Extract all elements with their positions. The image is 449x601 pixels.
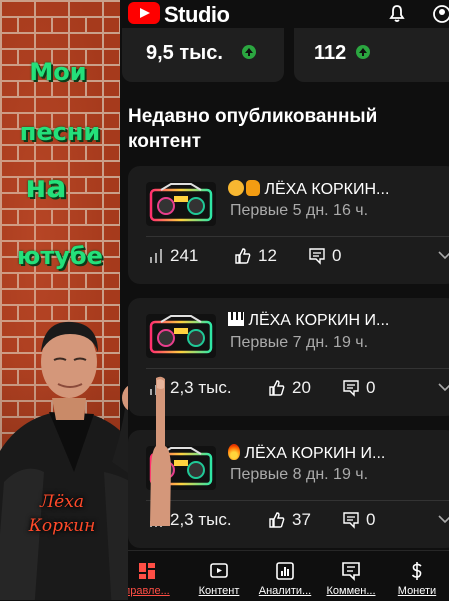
stat-card-subscribers[interactable]: 112 — [294, 28, 449, 82]
caption-line-4: ютубе — [17, 242, 103, 270]
top-app-bar: Studio — [120, 0, 449, 28]
video-metrics: 2,3 тыс. 20 0 — [148, 378, 449, 400]
youtube-logo-icon[interactable] — [128, 2, 160, 24]
video-period: Первые 5 дн. 16 ч. — [230, 202, 369, 219]
views-count: 2,3 тыс. — [170, 378, 232, 397]
account-icon[interactable] — [432, 4, 449, 24]
video-title[interactable]: ЛЁХА КОРКИН И... — [228, 444, 449, 463]
nav-label: Коммен... — [326, 585, 376, 597]
likes-count: 20 — [292, 378, 311, 397]
nav-comments[interactable]: Коммен... — [318, 551, 384, 601]
caption-line-1: Мои — [29, 58, 87, 86]
video-title[interactable]: ЛЁХА КОРКИН И... — [228, 312, 449, 330]
nav-label: Аналити... — [258, 585, 312, 597]
comments-count: 0 — [366, 510, 376, 529]
brick-wall-background: Мои песни на ютубе Лёха Коркин — [0, 0, 128, 600]
video-title-text: ЛЁХА КОРКИН И... — [244, 445, 386, 462]
stat-value: 9,5 тыс. — [146, 42, 223, 64]
signature: Лёха Коркин — [0, 490, 124, 538]
video-period: Первые 7 дн. 19 ч. — [230, 334, 369, 351]
video-thumbnail — [146, 182, 216, 226]
comments-metric: 0 — [342, 378, 375, 398]
analytics-icon — [276, 562, 294, 580]
video-title[interactable]: ЛЁХА КОРКИН... — [228, 180, 449, 199]
comments-count: 0 — [366, 378, 376, 397]
content-icon — [210, 563, 228, 578]
stat-card-views[interactable]: 9,5 тыс. — [122, 28, 284, 82]
person-photo — [0, 321, 128, 600]
comment-icon — [343, 512, 359, 529]
comments-metric: 0 — [342, 510, 375, 530]
likes-metric: 20 — [268, 378, 311, 398]
video-title-text: ЛЁХА КОРКИН... — [264, 181, 390, 198]
nav-content[interactable]: Контент — [186, 551, 252, 601]
views-count: 2,3 тыс. — [170, 510, 232, 529]
comments-count: 0 — [332, 246, 342, 265]
nav-label: Монети — [397, 585, 437, 597]
likes-count: 12 — [258, 246, 277, 265]
nav-analytics[interactable]: Аналити... — [252, 551, 318, 601]
monetization-icon — [411, 562, 422, 580]
trend-up-icon — [356, 45, 370, 59]
piano-emoji-icon — [228, 312, 244, 326]
nav-label: Контент — [198, 585, 240, 597]
chevron-down-icon[interactable] — [438, 514, 449, 524]
trend-up-icon — [242, 45, 256, 59]
divider — [146, 500, 449, 501]
bottom-navigation: правле... Контент Аналити... Коммен... М… — [120, 550, 449, 601]
video-thumbnail — [146, 314, 216, 358]
bell-icon[interactable] — [386, 2, 408, 24]
signature-line-2: Коркин — [28, 516, 96, 536]
views-count: 241 — [170, 246, 199, 265]
comments-metric: 0 — [308, 246, 341, 266]
views-metric: 241 — [148, 246, 198, 266]
fire-emoji-icon — [228, 444, 240, 460]
section-title: Недавно опубликованный контент — [128, 106, 378, 152]
video-card[interactable]: ЛЁХА КОРКИН... Первые 5 дн. 16 ч. 241 12… — [128, 166, 449, 284]
bar-chart-icon — [150, 249, 162, 263]
thumb-up-icon — [269, 512, 285, 528]
signature-line-1: Лёха — [40, 492, 84, 512]
pointing-finger — [150, 376, 171, 526]
video-title-text: ЛЁХА КОРКИН И... — [248, 312, 390, 329]
hand-emoji-icon — [246, 180, 260, 196]
likes-metric: 37 — [268, 510, 311, 530]
studio-logo-text: Studio — [164, 2, 230, 27]
nav-monetization[interactable]: Монети — [384, 551, 449, 601]
divider — [146, 368, 449, 369]
video-period: Первые 8 дн. 19 ч. — [230, 466, 369, 483]
video-metrics: 241 12 0 — [148, 246, 449, 268]
video-metrics: 2,3 тыс. 37 0 — [148, 510, 449, 532]
face-emoji-icon — [228, 180, 244, 196]
comments-icon — [342, 562, 360, 581]
likes-metric: 12 — [234, 246, 277, 266]
dashboard-icon — [139, 563, 155, 579]
comment-icon — [309, 248, 325, 265]
video-card[interactable]: ЛЁХА КОРКИН И... Первые 8 дн. 19 ч. 2,3 … — [128, 430, 449, 548]
caption-line-2: песни — [19, 118, 101, 146]
chevron-down-icon[interactable] — [438, 250, 449, 260]
thumb-up-icon — [269, 380, 285, 396]
caption-line-3: на — [25, 170, 67, 205]
comment-icon — [343, 380, 359, 397]
thumb-up-icon — [235, 248, 251, 264]
likes-count: 37 — [292, 510, 311, 529]
chevron-down-icon[interactable] — [438, 382, 449, 392]
video-card[interactable]: ЛЁХА КОРКИН И... Первые 7 дн. 19 ч. 2,3 … — [128, 298, 449, 416]
stat-value: 112 — [314, 42, 347, 64]
divider — [146, 236, 449, 237]
